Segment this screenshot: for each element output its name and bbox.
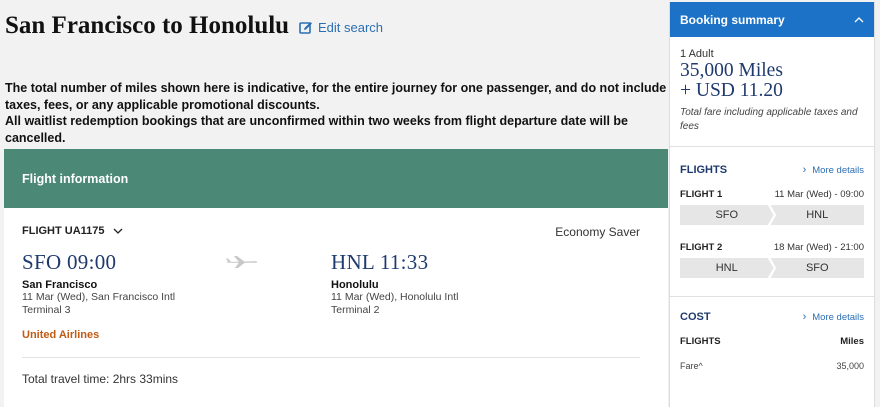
leg-date: 18 Mar (Wed) - 21:00: [773, 242, 864, 253]
arrival-city: Honolulu: [331, 279, 379, 291]
divider: [670, 146, 874, 147]
departure-city: San Francisco: [22, 279, 98, 291]
route-destination: HNL: [770, 205, 864, 225]
departure-code-time: SFO 09:00: [22, 250, 117, 274]
cost-header-row: FLIGHTS Miles: [680, 336, 864, 347]
edit-icon: [299, 21, 312, 34]
arrival-terminal: Terminal 2: [331, 303, 380, 316]
divider: [22, 357, 640, 358]
notice-miles-text: The total number of miles shown here is …: [5, 81, 667, 112]
arrival-code-time: HNL 11:33: [331, 250, 429, 274]
more-details-label: More details: [812, 311, 864, 323]
cost-section-title: COST: [680, 311, 711, 323]
notice-waitlist-text: All waitlist redemption bookings that ar…: [5, 114, 628, 145]
fare-row: Fare^ 35,000: [680, 361, 864, 371]
flight-card: Flight information FLIGHT UA1175 Economy…: [4, 149, 668, 407]
departure-block: SFO 09:00 San Francisco 11 Mar (Wed), Sa…: [22, 250, 175, 316]
passenger-count: 1 Adult: [680, 48, 714, 60]
booking-summary-toggle[interactable]: Booking summary: [670, 2, 874, 37]
cost-more-details-link[interactable]: › More details: [803, 311, 864, 323]
cost-flights-label: FLIGHTS: [680, 336, 721, 347]
caret-right-icon: ›: [802, 164, 807, 176]
flights-section: FLIGHTS › More details FLIGHT 1 11 Mar (…: [670, 164, 874, 278]
total-miles: 35,000 Miles: [680, 60, 783, 81]
flight-information-header: Flight information: [4, 149, 668, 208]
flight-body: FLIGHT UA1175 Economy Saver SFO 09:00 Sa…: [4, 208, 668, 407]
booking-summary-title: Booking summary: [680, 12, 785, 27]
divider: [670, 296, 874, 297]
edit-search-label: Edit search: [318, 20, 384, 35]
miles-notice: The total number of miles shown here is …: [5, 80, 670, 146]
chevron-down-icon: [113, 228, 122, 234]
total-travel-time: Total travel time: 2hrs 33mins: [22, 372, 179, 386]
price-section: 1 Adult 35,000 Miles + USD 11.20 Total f…: [670, 48, 874, 134]
flights-section-title: FLIGHTS: [680, 164, 728, 176]
more-details-label: More details: [812, 164, 864, 176]
fare-class: Economy Saver: [555, 225, 640, 239]
route-origin: HNL: [680, 258, 774, 278]
arrival-date-airport: 11 Mar (Wed), Honolulu Intl: [331, 291, 459, 303]
route-origin: SFO: [680, 205, 774, 225]
fare-label: Fare^: [680, 361, 703, 371]
arrival-block: HNL 11:33 Honolulu 11 Mar (Wed), Honolul…: [331, 250, 458, 316]
route-destination: SFO: [770, 258, 864, 278]
main-content: San Francisco to Honolulu Edit search Th…: [0, 0, 668, 407]
leg-label: FLIGHT 2: [680, 242, 723, 253]
plane-icon: [226, 256, 258, 268]
flight-number-toggle[interactable]: FLIGHT UA1175: [22, 225, 123, 237]
leg-row: FLIGHT 2 18 Mar (Wed) - 21:00: [680, 242, 864, 253]
total-usd: + USD 11.20: [680, 80, 783, 101]
airline-name: United Airlines: [22, 329, 100, 341]
leg-label: FLIGHT 1: [680, 189, 723, 200]
leg-row: FLIGHT 1 11 Mar (Wed) - 09:00: [680, 189, 864, 200]
flight-number: FLIGHT UA1175: [22, 225, 105, 237]
flights-more-details-link[interactable]: › More details: [803, 164, 864, 176]
departure-date-airport: 11 Mar (Wed), San Francisco Intl: [22, 291, 176, 303]
departure-terminal: Terminal 3: [22, 303, 71, 316]
cost-section: COST › More details FLIGHTS Miles Fare^ …: [670, 311, 874, 371]
caret-right-icon: ›: [802, 311, 807, 323]
leg-date: 11 Mar (Wed) - 09:00: [774, 189, 864, 200]
chevron-up-icon: [854, 16, 864, 22]
fare-note: Total fare including applicable taxes an…: [680, 107, 858, 132]
edit-search-link[interactable]: Edit search: [299, 20, 383, 35]
booking-summary-panel: Booking summary 1 Adult 35,000 Miles + U…: [669, 2, 875, 407]
leg-route: HNL SFO: [680, 258, 864, 278]
page-title: San Francisco to Honolulu: [5, 12, 290, 39]
fare-value: 35,000: [836, 361, 864, 371]
cost-unit-label: Miles: [840, 336, 864, 347]
leg-route: SFO HNL: [680, 205, 864, 225]
